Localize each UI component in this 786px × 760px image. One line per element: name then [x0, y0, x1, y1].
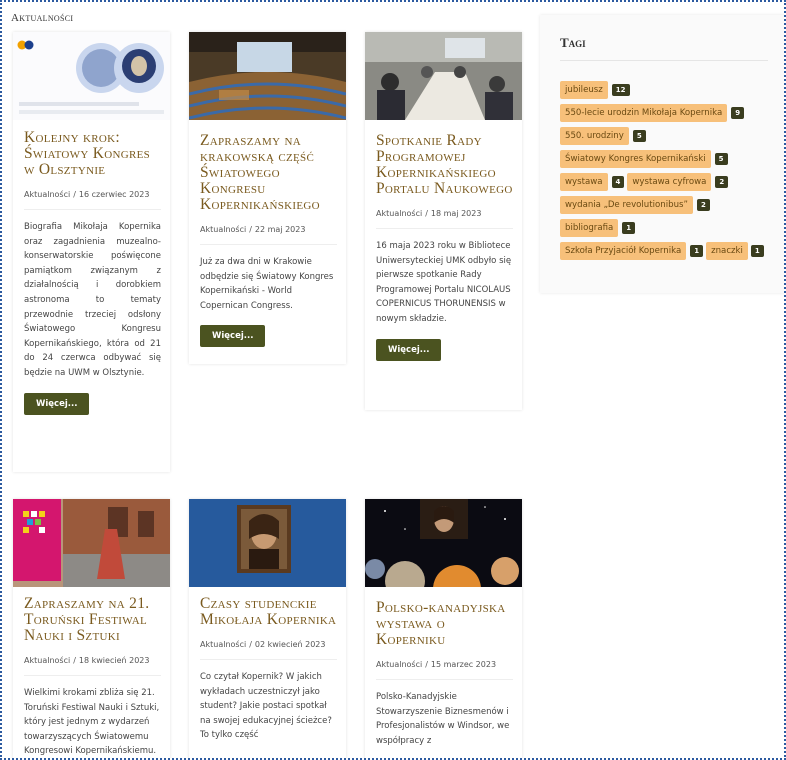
post-date: 22 maj 2023: [254, 225, 306, 234]
post-meta: Aktualności/02 kwiecień 2023: [200, 640, 337, 660]
tag-550-lecie[interactable]: 550-lecie urodzin Mikołaja Kopernika 9: [560, 104, 745, 122]
post-excerpt: Już za dwa dni w Krakowie odbędzie się Ś…: [200, 257, 334, 311]
post-date: 02 kwiecień 2023: [254, 640, 326, 649]
tag-label[interactable]: bibliografia: [560, 219, 619, 237]
tag-label[interactable]: wystawa cyfrowa: [627, 173, 712, 191]
post-title[interactable]: Kolejny krok: Światowy Kongres w Olsztyn…: [24, 130, 161, 178]
post-date: 18 maj 2023: [430, 209, 482, 218]
section-title: Aktualności: [11, 12, 74, 24]
post-meta: Aktualności/15 marzec 2023: [376, 660, 513, 680]
news-card: Spotkanie Rady Programowej Kopernikański…: [365, 32, 522, 410]
post-title[interactable]: Zapraszamy na 21. Toruński Festiwal Nauk…: [24, 596, 161, 644]
tags-widget: Tagi jubileusz 12 550-lecie urodzin Mikoł…: [540, 15, 784, 293]
post-meta: Aktualności/18 maj 2023: [376, 209, 513, 229]
tag-szkola-przyjaciol[interactable]: Szkoła Przyjaciół Kopernika 1: [560, 242, 704, 260]
news-card: Zapraszamy na 21. Toruński Festiwal Nauk…: [13, 499, 170, 758]
tags-divider: [560, 60, 768, 61]
news-card: Zapraszamy na krakowską część Światowego…: [189, 32, 346, 364]
tag-wydania-de-revolutionibus[interactable]: wydania „De revolutionibus” 2: [560, 196, 710, 214]
meta-separator: /: [425, 209, 428, 218]
post-date: 15 marzec 2023: [430, 660, 497, 669]
tag-jubileusz[interactable]: jubileusz 12: [560, 81, 630, 99]
tags-title: Tagi: [560, 35, 586, 50]
tag-label[interactable]: Światowy Kongres Kopernikański: [560, 150, 711, 168]
post-meta: Aktualności/18 kwiecień 2023: [24, 656, 161, 676]
news-page: Aktualności Kolejny krok: Światowy Kongr…: [0, 0, 786, 760]
post-category[interactable]: Aktualności: [200, 640, 246, 649]
tag-label[interactable]: jubileusz: [560, 81, 608, 99]
post-title[interactable]: Spotkanie Rady Programowej Kopernikański…: [376, 133, 513, 197]
read-more-button[interactable]: Więcej...: [24, 392, 90, 415]
tag-label[interactable]: Szkoła Przyjaciół Kopernika: [560, 242, 687, 260]
tag-count: 4: [611, 176, 625, 188]
post-date: 18 kwiecień 2023: [78, 656, 150, 665]
post-thumbnail[interactable]: [13, 32, 170, 120]
read-more-button[interactable]: Więcej...: [376, 338, 442, 361]
news-card: Polsko-kanadyjska wystawa o Koperniku Ak…: [365, 499, 522, 758]
meta-separator: /: [425, 660, 428, 669]
meta-separator: /: [73, 190, 76, 199]
post-meta: Aktualności/16 czerwiec 2023: [24, 190, 161, 210]
tag-znaczki-count-wrap: 1: [750, 245, 764, 257]
tag-label[interactable]: wydania „De revolutionibus”: [560, 196, 693, 214]
tag-bibliografia[interactable]: bibliografia 1: [560, 219, 636, 237]
post-category[interactable]: Aktualności: [24, 656, 70, 665]
tag-count: 1: [622, 222, 636, 234]
post-title[interactable]: Zapraszamy na krakowską część Światowego…: [200, 133, 337, 213]
tag-count: 1: [690, 245, 704, 257]
tag-count: 5: [714, 153, 728, 165]
tag-cloud: jubileusz 12 550-lecie urodzin Mikołaja K…: [560, 81, 770, 260]
read-more-button[interactable]: Więcej...: [200, 325, 266, 348]
post-excerpt: 16 maja 2023 roku w Bibliotece Uniwersyt…: [376, 241, 512, 324]
tag-count: 12: [611, 84, 630, 96]
post-thumbnail[interactable]: [365, 32, 522, 120]
post-thumbnail[interactable]: [13, 499, 170, 587]
post-thumbnail[interactable]: [365, 499, 522, 587]
tag-wystawa-cyfrowa[interactable]: wystawa cyfrowa 2: [627, 173, 729, 191]
tag-label[interactable]: znaczki: [706, 242, 748, 260]
tag-count: 1: [750, 245, 764, 257]
post-category[interactable]: Aktualności: [200, 225, 246, 234]
post-title[interactable]: Polsko-kanadyjska wystawa o Koperniku: [376, 600, 513, 648]
post-excerpt: Polsko-Kanadyjskie Stowarzyszenie Biznes…: [376, 692, 510, 746]
post-thumbnail[interactable]: [189, 32, 346, 120]
post-excerpt: Wielkimi krokami zbliża się 21. Toruński…: [24, 688, 160, 757]
post-thumbnail[interactable]: [189, 499, 346, 587]
tag-label[interactable]: wystawa: [560, 173, 608, 191]
post-excerpt: Co czytał Kopernik? W jakich wykładach u…: [200, 672, 332, 741]
tag-count: 9: [731, 107, 745, 119]
post-title[interactable]: Czasy studenckie Mikołaja Kopernika: [200, 596, 337, 628]
tag-count: 2: [715, 176, 729, 188]
news-card: Czasy studenckie Mikołaja Kopernika Aktu…: [189, 499, 346, 758]
meta-separator: /: [249, 640, 252, 649]
tag-count: 5: [632, 130, 646, 142]
meta-separator: /: [249, 225, 252, 234]
post-category[interactable]: Aktualności: [376, 660, 422, 669]
post-category[interactable]: Aktualności: [376, 209, 422, 218]
post-excerpt: Biografia Mikołaja Kopernika oraz zagadn…: [24, 222, 161, 378]
post-date: 16 czerwiec 2023: [78, 190, 150, 199]
meta-separator: /: [73, 656, 76, 665]
tag-swiatowy-kongres[interactable]: Światowy Kongres Kopernikański 5: [560, 150, 728, 168]
tag-count: 2: [696, 199, 710, 211]
post-meta: Aktualności/22 maj 2023: [200, 225, 337, 245]
tag-550-urodziny[interactable]: 550. urodziny 5: [560, 127, 646, 145]
tag-wystawa[interactable]: wystawa 4: [560, 173, 625, 191]
tag-label[interactable]: 550. urodziny: [560, 127, 629, 145]
post-category[interactable]: Aktualności: [24, 190, 70, 199]
tag-znaczki[interactable]: znaczki: [706, 242, 748, 260]
news-card: Kolejny krok: Światowy Kongres w Olsztyn…: [13, 32, 170, 472]
tag-label[interactable]: 550-lecie urodzin Mikołaja Kopernika: [560, 104, 728, 122]
